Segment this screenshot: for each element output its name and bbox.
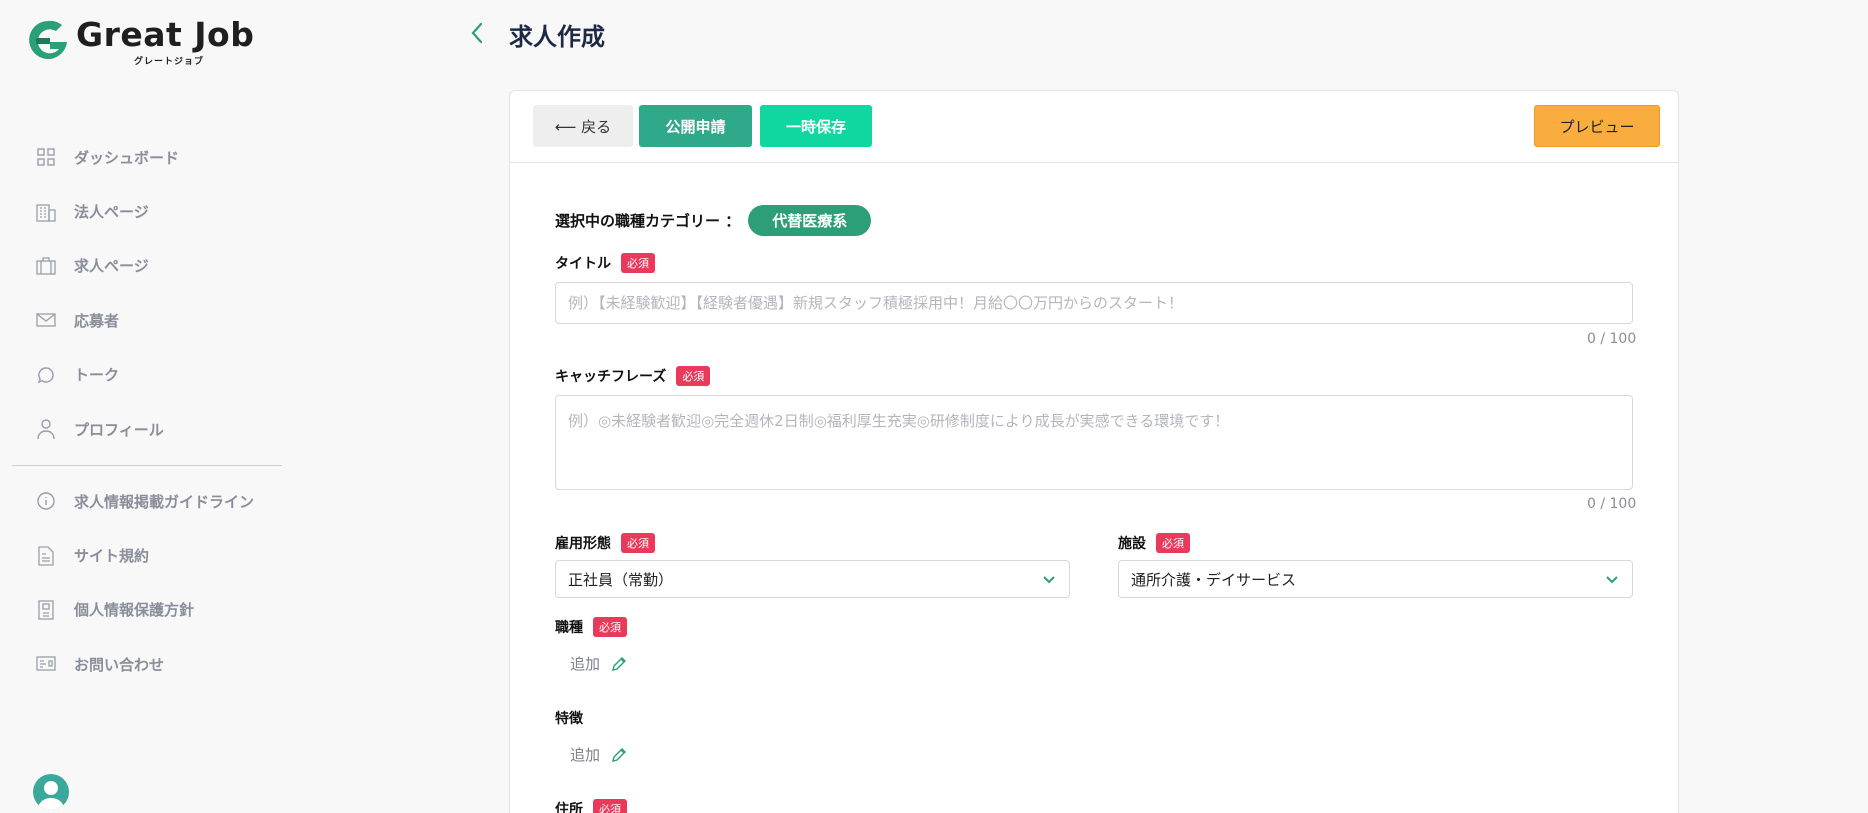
catchphrase-textarea[interactable] (555, 395, 1633, 490)
required-badge: 必須 (621, 253, 655, 273)
user-icon (34, 417, 58, 441)
sidebar-item-label: サイト規約 (74, 547, 150, 566)
employment-type-value: 正社員（常勤） (568, 570, 674, 589)
document-icon (34, 544, 58, 568)
employment-type-label-text: 雇用形態 (555, 536, 611, 552)
building-icon (34, 200, 58, 224)
sidebar-item-talk[interactable]: トーク (34, 348, 284, 402)
sidebar-item-guideline[interactable]: 求人情報掲載ガイドライン (34, 474, 284, 528)
facility-label-text: 施設 (1118, 536, 1146, 552)
chevron-down-icon (1606, 576, 1618, 584)
title-input[interactable] (555, 282, 1633, 324)
add-features-link[interactable]: 追加 (570, 744, 628, 765)
pencil-icon (612, 656, 627, 671)
sidebar-item-label: トーク (74, 366, 120, 385)
sidebar-item-label: 法人ページ (74, 203, 149, 222)
sidebar-nav: ダッシュボード 法人ページ 求人ページ 応募者 トーク プロフィール (34, 130, 284, 456)
add-job-type-link[interactable]: 追加 (570, 653, 628, 674)
features-label: 特徴 (555, 708, 583, 728)
add-features-label: 追加 (570, 746, 601, 764)
sidebar-item-applicants[interactable]: 応募者 (34, 293, 284, 347)
sidebar-item-label: プロフィール (74, 420, 164, 439)
chat-bubble-icon (34, 363, 58, 387)
sidebar-item-terms[interactable]: サイト規約 (34, 528, 284, 582)
sidebar-nav-secondary: 求人情報掲載ガイドライン サイト規約 個人情報保護方針 お問い合わせ (34, 474, 284, 692)
facility-label: 施設 必須 (1118, 533, 1190, 553)
required-badge: 必須 (593, 617, 627, 637)
address-label: 住所 必須 (555, 799, 627, 813)
sidebar-item-privacy[interactable]: 個人情報保護方針 (34, 583, 284, 637)
features-label-text: 特徴 (555, 711, 583, 727)
required-badge: 必須 (1156, 533, 1190, 553)
clipboard-icon (34, 598, 58, 622)
catchphrase-label: キャッチフレーズ 必須 (555, 366, 711, 386)
logo[interactable]: Great Job グレートジョブ (26, 15, 266, 67)
title-char-counter: 0 / 100 (1587, 331, 1637, 347)
logo-g-icon (29, 20, 67, 59)
sidebar: Great Job グレートジョブ ダッシュボード 法人ページ 求人ページ 応募… (0, 0, 305, 813)
back-chevron-icon[interactable] (466, 18, 488, 48)
publish-request-button[interactable]: 公開申請 (639, 105, 752, 147)
employment-type-select[interactable]: 正社員（常勤） (555, 560, 1070, 598)
avatar-user-icon (37, 781, 65, 810)
sidebar-item-label: 応募者 (74, 311, 120, 330)
category-row: 選択中の職種カテゴリー ： 代替医療系 (555, 205, 872, 236)
title-label: タイトル 必須 (555, 253, 655, 273)
job-form-card: ⟵ 戻る 公開申請 一時保存 プレビュー 選択中の職種カテゴリー ： 代替医療系… (509, 90, 1679, 813)
sidebar-item-label: ダッシュボード (74, 148, 180, 167)
catchphrase-char-counter: 0 / 100 (1587, 496, 1637, 512)
sidebar-divider (12, 465, 282, 466)
sidebar-item-company-page[interactable]: 法人ページ (34, 184, 284, 238)
add-job-type-label: 追加 (570, 655, 601, 673)
sidebar-item-job-page[interactable]: 求人ページ (34, 239, 284, 293)
main-content: 求人作成 ⟵ 戻る 公開申請 一時保存 プレビュー 選択中の職種カテゴリー ： … (305, 0, 1868, 813)
logo-text: Great Job (76, 15, 255, 54)
sidebar-item-label: お問い合わせ (74, 655, 165, 674)
required-badge: 必須 (593, 799, 627, 813)
sidebar-item-label: 求人情報掲載ガイドライン (74, 492, 255, 511)
contact-card-icon (34, 652, 58, 676)
facility-value: 通所介護・デイサービス (1131, 570, 1297, 589)
chevron-down-icon (1043, 576, 1055, 584)
employment-type-label: 雇用形態 必須 (555, 533, 655, 553)
sidebar-item-dashboard[interactable]: ダッシュボード (34, 130, 284, 184)
form-toolbar: ⟵ 戻る 公開申請 一時保存 プレビュー (510, 91, 1678, 163)
info-icon (34, 489, 58, 513)
sidebar-item-label: 求人ページ (74, 257, 149, 276)
catchphrase-label-text: キャッチフレーズ (555, 369, 667, 385)
category-badge: 代替医療系 (748, 205, 872, 236)
job-type-label: 職種 必須 (555, 617, 627, 637)
required-badge: 必須 (676, 366, 711, 386)
pencil-icon (612, 747, 627, 762)
page-title: 求人作成 (509, 23, 605, 51)
logo-subtext: グレートジョブ (134, 57, 205, 67)
temporary-save-button[interactable]: 一時保存 (760, 105, 872, 147)
avatar[interactable] (33, 774, 69, 810)
job-type-label-text: 職種 (555, 620, 583, 636)
required-badge: 必須 (621, 533, 655, 553)
sidebar-item-contact[interactable]: お問い合わせ (34, 637, 284, 691)
preview-button[interactable]: プレビュー (1534, 105, 1660, 147)
title-label-text: タイトル (555, 256, 611, 272)
briefcase-icon (34, 254, 58, 278)
grid-icon (34, 145, 58, 169)
sidebar-item-label: 個人情報保護方針 (74, 601, 195, 620)
back-button[interactable]: ⟵ 戻る (533, 105, 633, 147)
sidebar-item-profile[interactable]: プロフィール (34, 402, 284, 456)
mail-icon (34, 308, 58, 332)
category-label: 選択中の職種カテゴリー ： (555, 212, 741, 230)
facility-select[interactable]: 通所介護・デイサービス (1118, 560, 1633, 598)
address-label-text: 住所 (555, 802, 583, 813)
